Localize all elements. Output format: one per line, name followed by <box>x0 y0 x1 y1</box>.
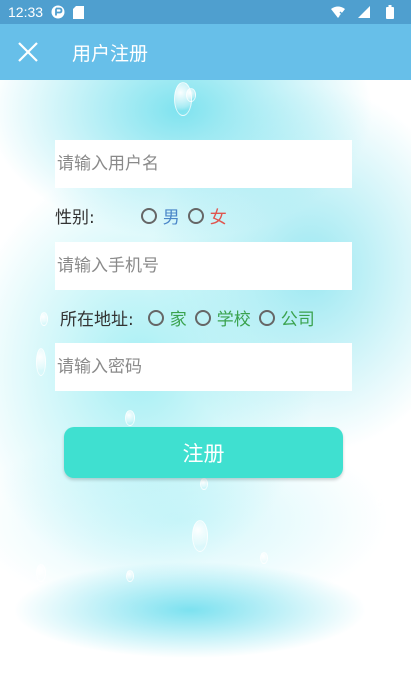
gender-option-male[interactable]: 男 <box>140 203 180 228</box>
battery-icon <box>383 5 397 19</box>
register-button[interactable]: 注册 <box>64 427 343 478</box>
address-option-school[interactable]: 学校 <box>194 305 251 330</box>
notification-icon <box>51 5 65 19</box>
close-button[interactable] <box>0 24 56 80</box>
page-title: 用户注册 <box>72 42 149 65</box>
radio-button[interactable] <box>194 309 211 326</box>
gender-option-female[interactable]: 女 <box>187 203 227 228</box>
phone-input[interactable] <box>55 242 352 290</box>
address-row: 所在地址: 家 学校 公司 <box>60 305 315 330</box>
address-option-label: 家 <box>169 310 187 330</box>
address-option-label: 公司 <box>280 310 315 330</box>
status-time: 12:33 <box>8 4 44 20</box>
address-option-home[interactable]: 家 <box>147 305 187 330</box>
address-option-company[interactable]: 公司 <box>258 305 315 330</box>
wifi-icon <box>331 5 345 19</box>
status-bar: 12:33 <box>0 0 411 24</box>
signal-icon <box>357 5 371 19</box>
radio-button[interactable] <box>258 309 275 326</box>
radio-button[interactable] <box>187 207 204 224</box>
password-input[interactable] <box>55 343 352 391</box>
app-bar: 用户注册 <box>0 24 411 80</box>
radio-button[interactable] <box>140 207 157 224</box>
gender-label: 性别: <box>55 208 95 228</box>
username-input[interactable] <box>55 140 352 188</box>
address-label: 所在地址: <box>60 310 134 330</box>
address-option-label: 学校 <box>216 310 251 330</box>
close-icon <box>18 42 38 62</box>
sd-card-icon <box>71 5 85 19</box>
radio-button[interactable] <box>147 309 164 326</box>
gender-option-label: 女 <box>209 208 227 228</box>
gender-row: 性别: 男 女 <box>55 203 227 228</box>
gender-option-label: 男 <box>162 208 180 228</box>
